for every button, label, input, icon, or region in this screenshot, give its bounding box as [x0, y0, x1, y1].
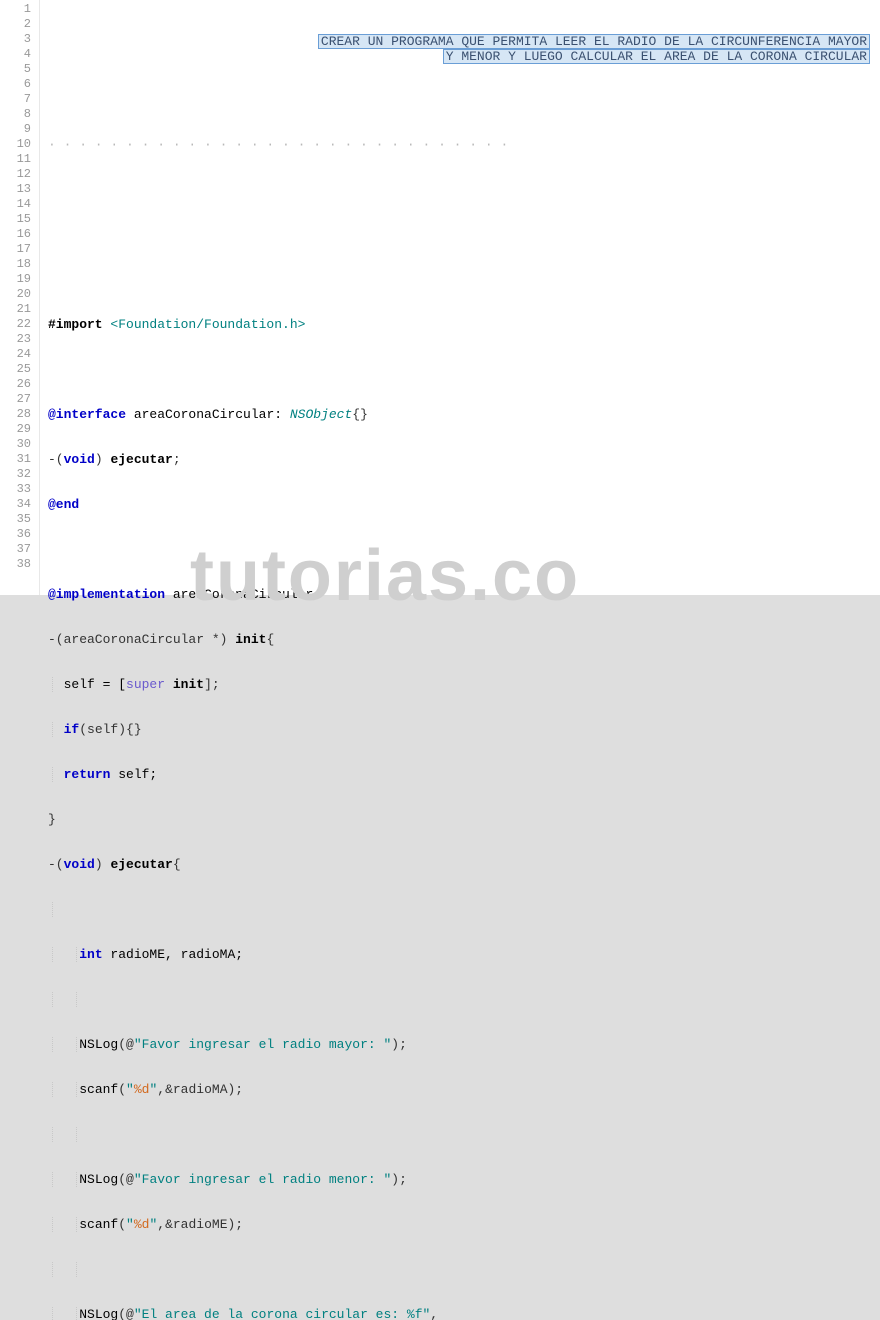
line-number: 14 [0, 197, 39, 212]
line-number: 2 [0, 17, 39, 32]
code-area[interactable]: CREAR UN PROGRAMA QUE PERMITA LEER EL RA… [40, 0, 880, 595]
line-number: 32 [0, 467, 39, 482]
code-line[interactable]: return self; [40, 767, 880, 782]
line-number: 16 [0, 227, 39, 242]
comment-line-2: Y MENOR Y LUEGO CALCULAR EL AREA DE LA C… [443, 49, 870, 64]
code-line[interactable] [40, 542, 880, 557]
code-line[interactable] [40, 902, 880, 917]
code-line[interactable]: -(areaCoronaCircular *) init{ [40, 632, 880, 647]
line-number: 18 [0, 257, 39, 272]
code-line[interactable]: -(void) ejecutar{ [40, 857, 880, 872]
code-line[interactable]: scanf("%d",&radioMA); [40, 1082, 880, 1097]
code-line[interactable]: NSLog(@"Favor ingresar el radio mayor: "… [40, 1037, 880, 1052]
line-number: 35 [0, 512, 39, 527]
line-number: 24 [0, 347, 39, 362]
line-number: 13 [0, 182, 39, 197]
line-number: 19 [0, 272, 39, 287]
line-number: 34 [0, 497, 39, 512]
code-line[interactable]: NSLog(@"Favor ingresar el radio menor: "… [40, 1172, 880, 1187]
code-line[interactable]: } [40, 812, 880, 827]
line-number: 21 [0, 302, 39, 317]
line-number-gutter: 1 2 3 4 5 6 7 8 9 10 11 12 13 14 15 16 1… [0, 0, 40, 595]
line-number: 12 [0, 167, 39, 182]
code-line[interactable]: @implementation areaCoronaCircular [40, 587, 880, 602]
line-number: 38 [0, 557, 39, 572]
code-line[interactable]: if(self){} [40, 722, 880, 737]
line-number: 20 [0, 287, 39, 302]
code-line[interactable]: @interface areaCoronaCircular: NSObject{… [40, 407, 880, 422]
line-number: 22 [0, 317, 39, 332]
comment-line-1: CREAR UN PROGRAMA QUE PERMITA LEER EL RA… [318, 34, 870, 49]
line-number: 31 [0, 452, 39, 467]
code-line[interactable] [40, 1127, 880, 1142]
code-line[interactable] [40, 362, 880, 377]
code-line[interactable]: · · · · · · · · · · · · · · · · · · · · … [40, 137, 880, 152]
line-number: 7 [0, 92, 39, 107]
line-number: 8 [0, 107, 39, 122]
line-number: 23 [0, 332, 39, 347]
line-number: 5 [0, 62, 39, 77]
line-number: 26 [0, 377, 39, 392]
code-line[interactable]: #import <Foundation/Foundation.h> [40, 317, 880, 332]
line-number: 15 [0, 212, 39, 227]
line-number: 6 [0, 77, 39, 92]
code-line[interactable]: -(void) ejecutar; [40, 452, 880, 467]
code-line[interactable] [40, 1262, 880, 1277]
code-line[interactable] [40, 227, 880, 242]
code-line[interactable]: @end [40, 497, 880, 512]
line-number: 11 [0, 152, 39, 167]
code-line[interactable]: int radioME, radioMA; [40, 947, 880, 962]
line-number: 33 [0, 482, 39, 497]
line-number: 10 [0, 137, 39, 152]
line-number: 27 [0, 392, 39, 407]
line-number: 25 [0, 362, 39, 377]
line-number: 9 [0, 122, 39, 137]
code-editor[interactable]: 1 2 3 4 5 6 7 8 9 10 11 12 13 14 15 16 1… [0, 0, 880, 595]
code-line[interactable]: self = [super init]; [40, 677, 880, 692]
line-number: 37 [0, 542, 39, 557]
code-line[interactable]: NSLog(@"El area de la corona circular es… [40, 1307, 880, 1320]
line-number: 29 [0, 422, 39, 437]
code-line[interactable] [40, 992, 880, 1007]
code-line[interactable] [40, 272, 880, 287]
line-number: 4 [0, 47, 39, 62]
line-number: 30 [0, 437, 39, 452]
line-number: 3 [0, 32, 39, 47]
line-number: 28 [0, 407, 39, 422]
line-number: 17 [0, 242, 39, 257]
line-number: 36 [0, 527, 39, 542]
code-line[interactable]: scanf("%d",&radioME); [40, 1217, 880, 1232]
line-number: 1 [0, 2, 39, 17]
code-line[interactable] [40, 182, 880, 197]
